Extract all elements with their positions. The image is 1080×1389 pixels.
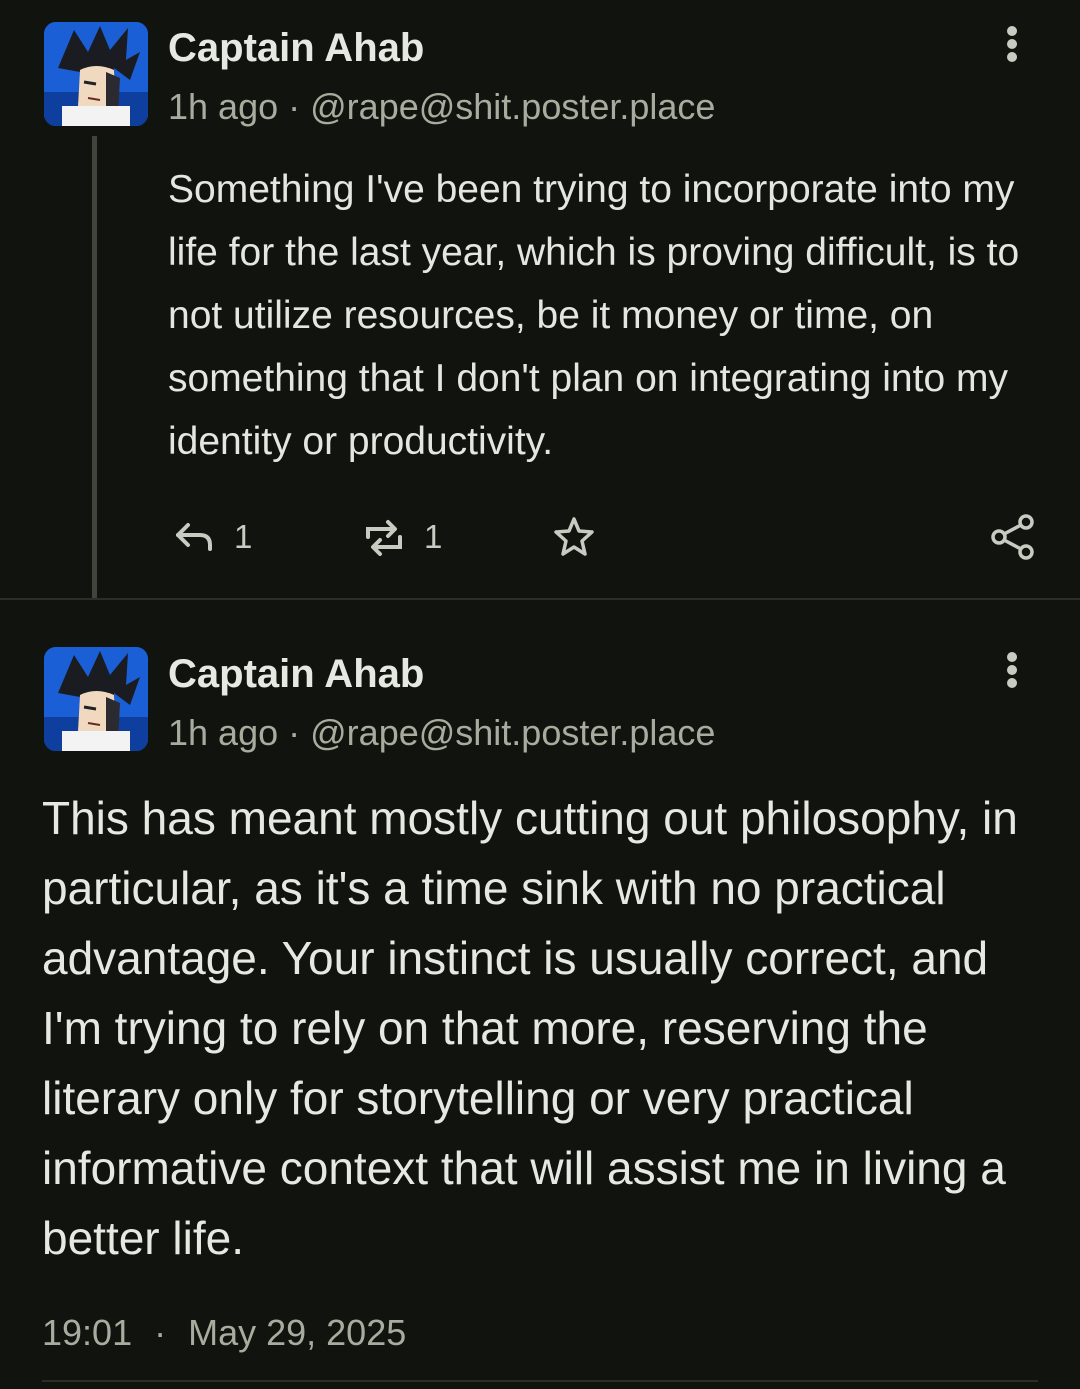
reply-icon — [176, 523, 212, 551]
posted-date: May 29, 2025 — [188, 1312, 407, 1353]
star-icon — [554, 517, 594, 556]
post-body: This has meant mostly cutting out philos… — [42, 792, 1018, 1264]
avatar-image — [44, 647, 148, 751]
boost-button[interactable]: 1 — [362, 505, 442, 569]
reply-button[interactable]: 1 — [172, 505, 252, 569]
author-name[interactable]: Captain Ahab — [168, 652, 424, 697]
post-meta: 1h ago · @rape@shit.poster.place — [168, 712, 715, 754]
author-handle[interactable]: @rape@shit.poster.place — [310, 712, 715, 753]
author-avatar[interactable] — [44, 647, 148, 751]
share-icon — [991, 514, 1034, 560]
meta-separator: · — [288, 712, 301, 753]
post-parent[interactable]: Captain Ahab 1h ago · @rape@shit.poster.… — [0, 0, 1080, 600]
avatar-image — [44, 22, 148, 126]
post-time[interactable]: 1h ago — [168, 712, 278, 753]
boost-count: 1 — [424, 518, 443, 555]
share-button[interactable] — [990, 505, 1036, 569]
post-timestamp: 19:01 · May 29, 2025 — [42, 1312, 406, 1354]
post-body: Something I've been trying to incorporat… — [168, 168, 1020, 463]
post-actions: 1 1 — [0, 505, 1080, 569]
favorite-button[interactable] — [552, 505, 596, 569]
post-time[interactable]: 1h ago — [168, 86, 278, 127]
posted-time: 19:01 — [42, 1312, 133, 1353]
author-avatar[interactable] — [44, 22, 148, 126]
timestamp-separator: · — [154, 1312, 167, 1353]
boost-icon — [366, 520, 402, 556]
reply-count: 1 — [234, 518, 253, 555]
bottom-divider — [42, 1380, 1038, 1382]
author-handle[interactable]: @rape@shit.poster.place — [310, 86, 715, 127]
more-options-icon[interactable] — [1002, 650, 1022, 690]
more-options-icon[interactable] — [1002, 24, 1022, 64]
author-name[interactable]: Captain Ahab — [168, 26, 424, 71]
meta-separator: · — [288, 86, 301, 127]
post-meta: 1h ago · @rape@shit.poster.place — [168, 86, 715, 128]
